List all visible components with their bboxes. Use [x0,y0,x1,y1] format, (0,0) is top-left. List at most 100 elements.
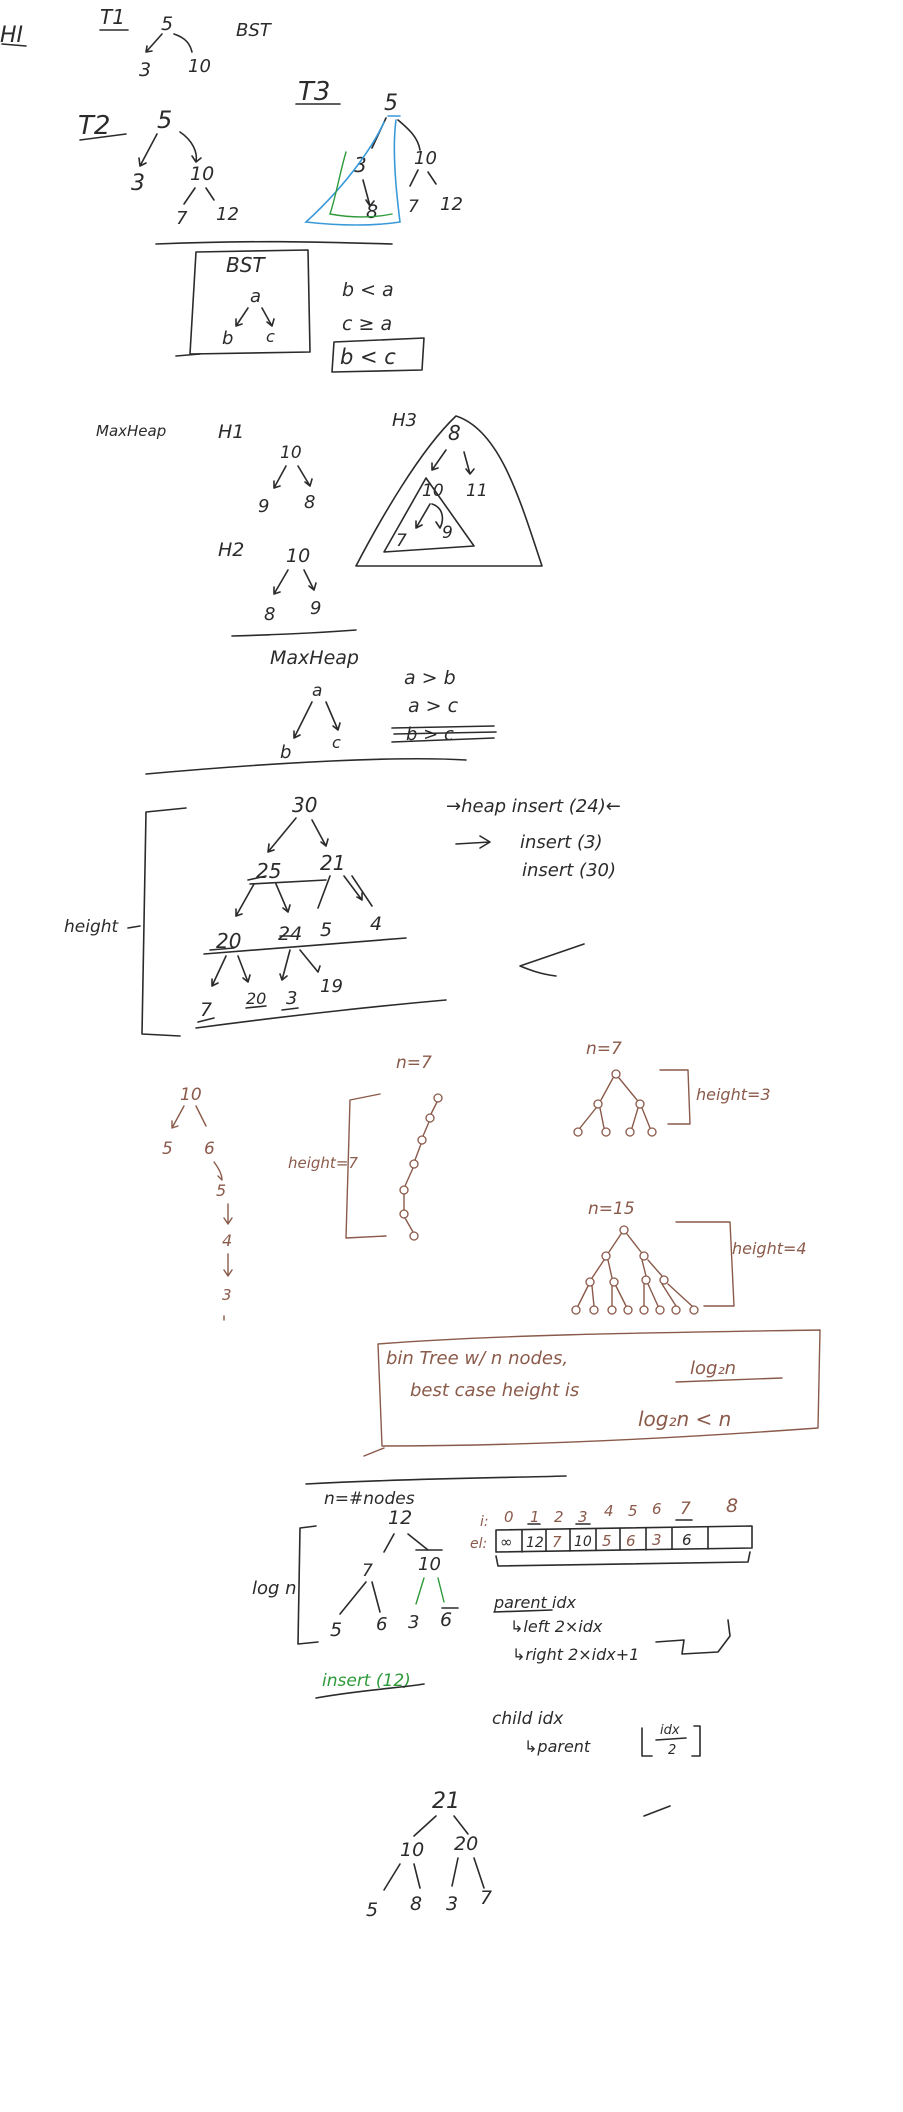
box-log: log₂n [690,1358,736,1379]
final-node-3: 5 [366,1899,378,1921]
t1-label: T1 [100,5,125,29]
right-rule: ↳right 2×idx+1 [512,1645,639,1664]
heap-node-0: 30 [292,793,317,817]
array-index-7: 7 [680,1499,691,1519]
array-cell-0: ∞ [500,1533,513,1551]
bst-node-c: c [266,327,275,346]
parent-idx-label: parent idx [493,1593,576,1612]
array-index-4: 4 [604,1502,614,1520]
height-label: height [64,917,120,937]
heap-op-1: →heap insert (24)← [446,796,621,817]
maxheap-node-a: a [312,681,322,701]
height3-label: height=3 [696,1085,771,1104]
n7-label-b: n=7 [586,1039,622,1059]
maxheap-def-title: MaxHeap [270,647,359,669]
maxheap-definition: MaxHeap a b c a > b a > c b > c [145,647,497,775]
left-rule: ↳left 2×idx [510,1617,603,1636]
t2-right: 10 [190,163,214,185]
array-cell-3: 10 [574,1534,592,1550]
t2-root: 5 [157,106,172,134]
final-node-1: 10 [400,1839,424,1861]
t3-left: 3 [354,153,367,177]
arr-tree-4: 6 [376,1614,387,1635]
chain-node-5: 3 [222,1286,232,1304]
h1-root: 10 [280,443,302,463]
array-index-0: 0 [504,1508,514,1526]
arr-tree-1: 7 [362,1561,373,1581]
t1-root: 5 [161,13,173,35]
heap-node-8: 20 [246,989,266,1008]
maxheap-examples: MaxHeap H1 10 9 8 H2 10 8 9 H3 8 10 11 7… [96,410,543,637]
t2-rr: 12 [216,204,239,225]
arr-tree-6: 6 [440,1609,452,1631]
box-line-3: log₂n < n [638,1407,731,1431]
bst-node-a: a [250,286,261,307]
final-node-0: 21 [432,1789,460,1814]
array-index-6: 6 [652,1500,662,1518]
maxheap-node-c: c [332,733,341,752]
h1-right: 8 [304,492,315,513]
arr-tree-3: 5 [330,1619,342,1641]
bst-definition: BST a b c b < a c ≥ a b < c [175,249,425,373]
final-node-6: 7 [480,1887,492,1909]
chain-node-1: 5 [162,1139,173,1159]
heap-node-9: 3 [286,988,297,1009]
h3-lr: 9 [442,523,453,543]
t3-root: 5 [384,91,398,116]
array-cell-4: 5 [602,1532,612,1550]
bst-examples-section: HI T1 5 3 10 BST T2 5 3 10 7 12 T3 5 3 8… [0,5,463,245]
bst-label: BST [236,20,273,41]
i-label: i: [480,1514,489,1530]
bst-node-b: b [222,328,233,349]
t3-lr: 8 [366,201,378,223]
heap-node-5: 5 [320,919,332,941]
h3-label: H3 [392,410,417,431]
array-section: n=#nodes log n 12 7 10 5 6 3 6 insert (1… [252,1475,753,1758]
tree-height-section: 10 5 6 5 4 3 n=7 height=7 n=7 height=3 n… [162,1039,821,1457]
logn-label: log n [252,1578,297,1599]
arr-tree-2: 10 [418,1554,441,1575]
box-line-1: bin Tree w/ n nodes, [386,1348,568,1369]
array-cell-1: 12 [526,1535,544,1551]
arr-tree-0: 12 [388,1507,412,1529]
h2-root: 10 [286,545,310,567]
final-node-5: 3 [446,1893,458,1915]
maxheap-label: MaxHeap [96,422,166,440]
heap-node-7: 7 [200,999,212,1021]
heap-insert-section: height 30 25 21 20 24 5 4 7 20 3 19 →hea… [64,793,621,1037]
t3-label: T3 [298,77,330,107]
chain-node-0: 10 [180,1085,202,1105]
chain-node-2: 6 [204,1139,215,1159]
heap-op-3: insert (30) [522,860,616,881]
final-node-2: 20 [454,1833,478,1855]
final-tree: 21 10 20 5 8 3 7 [366,1789,671,1921]
parent-rule: ↳parent [524,1737,591,1756]
h3-right: 11 [466,481,488,501]
chain-node-4: 4 [222,1231,232,1250]
arr-tree-5: 3 [408,1612,419,1633]
box-line-2: best case height is [410,1380,579,1401]
t3-right: 10 [414,148,437,169]
n-nodes-label: n=#nodes [324,1489,415,1509]
heap-op-2: insert (3) [520,832,603,853]
h1-left: 9 [258,496,269,517]
el-label: el: [470,1536,487,1552]
final-node-4: 8 [410,1893,422,1915]
t3-rl: 7 [408,197,419,217]
array-cell-5: 6 [626,1532,636,1550]
heap-node-10: 19 [320,976,343,997]
t1-right: 10 [188,56,211,77]
heap-node-1: 25 [256,859,281,883]
bst-box-title: BST [226,253,266,277]
array-index-8: 8 [726,1495,738,1517]
maxheap-node-b: b [280,742,291,763]
maxheap-rule-1: a > b [404,667,456,689]
h3-ll: 7 [396,531,407,551]
bst-rule-1: b < a [342,279,394,301]
floor-denominator: 2 [668,1743,676,1758]
h1-label: H1 [218,421,244,443]
floor-numerator: idx [660,1723,680,1738]
whiteboard-canvas: HI T1 5 3 10 BST T2 5 3 10 7 12 T3 5 3 8… [0,5,821,1921]
heap-node-2: 21 [320,851,345,875]
heap-node-4: 24 [278,923,302,945]
